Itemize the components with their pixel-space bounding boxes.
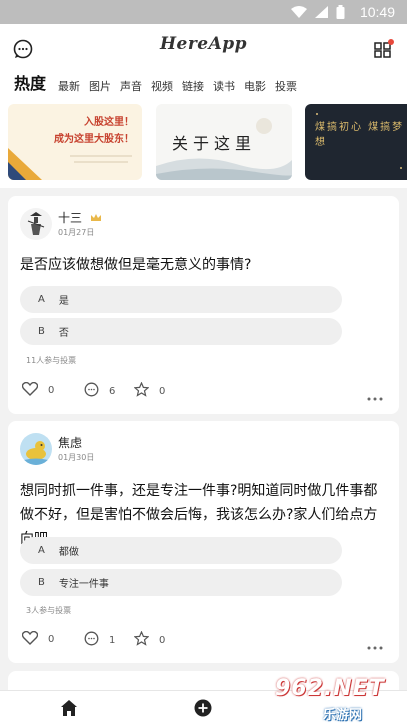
home-icon[interactable] xyxy=(58,697,80,719)
post-date: 01月27日 xyxy=(58,228,95,237)
vote-option-letter: A xyxy=(38,545,45,556)
banner-about-text: 关于这里 xyxy=(172,134,257,153)
watermark-brand: 962.NET xyxy=(275,676,385,701)
comment-count: 6 xyxy=(109,385,116,397)
vote-option-letter: A xyxy=(38,294,45,305)
comment-button[interactable]: 6 xyxy=(84,382,115,400)
username-text: 十三 xyxy=(58,211,83,225)
vote-option-text: 否 xyxy=(58,328,69,339)
post-card[interactable]: 十三 01月27日 是否应该做想做但是毫无意义的事情? A 是 B 否 11人参… xyxy=(8,196,399,414)
avatar[interactable] xyxy=(20,433,52,465)
vote-participants: 3人参与投票 xyxy=(26,606,72,615)
watermark-logo: 962.NET 乐游网 xyxy=(271,676,401,723)
more-options-icon[interactable] xyxy=(367,386,383,405)
post-card[interactable]: 焦虑 01月30日 想同时抓一件事，还是专注一件事?明知道同时做几件事都做不好，… xyxy=(8,421,399,663)
star-icon xyxy=(133,630,150,649)
vote-participants: 11人参与投票 xyxy=(26,356,77,365)
vote-option-letter: B xyxy=(38,326,45,337)
vote-option-text: 是 xyxy=(58,296,69,307)
more-options-icon[interactable] xyxy=(367,635,383,654)
category-tabs: 热度 最新 图片 声音 视频 链接 读书 电影 投票 xyxy=(0,70,306,94)
vote-option-b[interactable]: B 否 xyxy=(20,318,342,345)
tab-hot[interactable]: 热度 xyxy=(14,70,46,94)
vote-option-letter: B xyxy=(38,577,45,588)
heart-icon xyxy=(21,630,39,648)
tab-books[interactable]: 读书 xyxy=(213,78,235,94)
post-question[interactable]: 是否应该做想做但是毫无意义的事情? xyxy=(20,253,390,277)
banner-carousel: 入股这里！ 成为这里大股东！ 关于这里 煤搞初心 煤搞梦想 xyxy=(0,96,407,188)
vote-option-a[interactable]: A 都做 xyxy=(20,537,342,564)
tab-sounds[interactable]: 声音 xyxy=(120,78,142,94)
username[interactable]: 焦虑 xyxy=(58,434,82,451)
username-text: 焦虑 xyxy=(58,436,83,450)
comment-icon xyxy=(84,382,99,400)
crown-icon xyxy=(90,212,102,226)
tab-videos[interactable]: 视频 xyxy=(151,78,173,94)
post-actions: 0 6 0 xyxy=(21,381,385,401)
tab-images[interactable]: 图片 xyxy=(89,78,111,94)
favorite-count: 0 xyxy=(159,385,166,397)
comment-button[interactable]: 1 xyxy=(84,631,115,649)
vote-option-b[interactable]: B 专注一件事 xyxy=(20,569,342,596)
battery-icon xyxy=(336,5,345,22)
favorite-count: 0 xyxy=(159,634,166,646)
status-bar: 10:49 xyxy=(0,0,407,24)
like-button[interactable]: 0 xyxy=(21,630,55,648)
add-post-icon[interactable] xyxy=(192,697,214,719)
username[interactable]: 十三 xyxy=(58,209,102,226)
vote-option-text: 专注一件事 xyxy=(58,579,109,590)
tab-links[interactable]: 链接 xyxy=(182,78,204,94)
signal-icon xyxy=(315,6,328,21)
banner-dream[interactable]: 煤搞初心 煤搞梦想 xyxy=(305,104,407,180)
tab-votes[interactable]: 投票 xyxy=(275,78,297,94)
wifi-icon xyxy=(291,6,307,21)
app-header: HereApp 热度 最新 图片 声音 视频 链接 读书 电影 投票 xyxy=(0,24,407,96)
post-actions: 0 1 0 xyxy=(21,630,385,650)
banner-invest-line2: 成为这里大股东！ xyxy=(54,134,134,145)
banner-dream-text: 煤搞初心 煤搞梦想 xyxy=(315,122,405,148)
heart-icon xyxy=(21,381,39,399)
comment-icon xyxy=(84,631,99,649)
comment-count: 1 xyxy=(109,634,116,646)
tab-latest[interactable]: 最新 xyxy=(58,78,80,94)
post-date: 01月30日 xyxy=(58,453,95,462)
like-count: 0 xyxy=(48,385,55,396)
star-icon xyxy=(133,381,150,400)
favorite-button[interactable]: 0 xyxy=(133,381,166,400)
status-time: 10:49 xyxy=(359,4,395,20)
app-logo: HereApp xyxy=(159,34,248,54)
like-button[interactable]: 0 xyxy=(21,381,55,399)
banner-invest[interactable]: 入股这里！ 成为这里大股东！ xyxy=(8,104,142,180)
watermark-sub: 乐游网 xyxy=(323,708,363,723)
vote-option-a[interactable]: A 是 xyxy=(20,286,342,313)
favorite-button[interactable]: 0 xyxy=(133,630,166,649)
like-count: 0 xyxy=(48,634,55,645)
apps-grid-icon[interactable] xyxy=(372,38,396,60)
banner-about[interactable]: 关于这里 xyxy=(156,104,292,180)
tab-movies[interactable]: 电影 xyxy=(244,78,266,94)
avatar[interactable] xyxy=(20,208,52,240)
vote-option-text: 都做 xyxy=(58,547,79,558)
banner-invest-line1: 入股这里！ xyxy=(84,117,134,128)
